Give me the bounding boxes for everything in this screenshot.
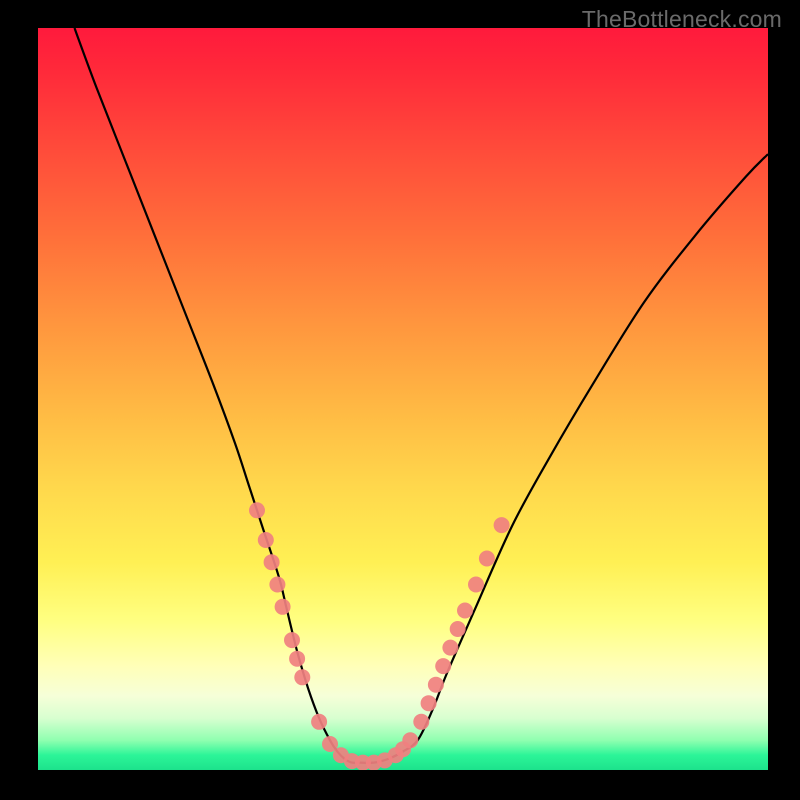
chart-svg: [38, 28, 768, 770]
marker-point: [311, 714, 327, 730]
marker-point: [249, 502, 265, 518]
marker-point: [258, 532, 274, 548]
marker-point: [479, 551, 495, 567]
marker-point: [421, 695, 437, 711]
marker-point: [294, 669, 310, 685]
marker-point: [450, 621, 466, 637]
marker-point: [264, 554, 280, 570]
highlight-markers: [249, 502, 510, 770]
marker-point: [468, 577, 484, 593]
watermark-text: TheBottleneck.com: [582, 6, 782, 33]
marker-point: [442, 640, 458, 656]
marker-point: [402, 732, 418, 748]
marker-point: [413, 714, 429, 730]
marker-point: [275, 599, 291, 615]
curve-line: [75, 28, 769, 763]
chart-frame: TheBottleneck.com: [0, 0, 800, 800]
marker-point: [428, 677, 444, 693]
marker-point: [289, 651, 305, 667]
bottleneck-curve: [75, 28, 769, 763]
marker-point: [435, 658, 451, 674]
marker-point: [494, 517, 510, 533]
marker-point: [457, 603, 473, 619]
marker-point: [284, 632, 300, 648]
marker-point: [269, 577, 285, 593]
plot-area: [38, 28, 768, 770]
